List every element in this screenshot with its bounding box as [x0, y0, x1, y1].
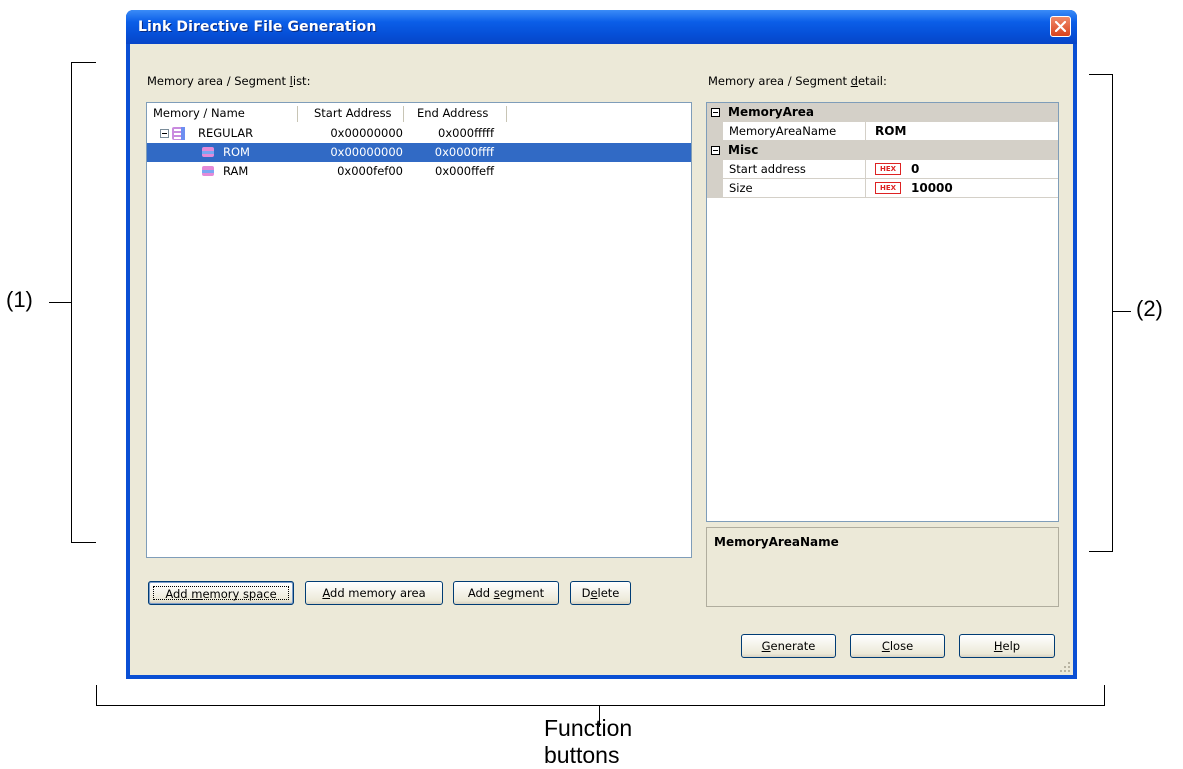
- close-window-button[interactable]: [1050, 16, 1071, 37]
- row-start-address: 0x000fef00: [337, 164, 403, 178]
- help-button[interactable]: Help: [959, 634, 1055, 658]
- column-header-start-address[interactable]: Start Address: [308, 103, 408, 124]
- property-value[interactable]: ROM: [875, 122, 906, 140]
- dialog-window: Link Directive File Generation Memory ar…: [126, 10, 1077, 679]
- list-row-ram[interactable]: RAM 0x000fef00 0x000ffeff: [147, 162, 691, 181]
- collapse-icon[interactable]: [711, 146, 720, 155]
- dialog-client-area: Memory area / Segment list: Memory / Nam…: [130, 44, 1073, 675]
- segment-detail-label: Memory area / Segment detail:: [708, 74, 887, 88]
- column-header-memory-name[interactable]: Memory / Name: [147, 103, 297, 124]
- property-name: Size: [729, 181, 753, 195]
- column-header-end-address[interactable]: End Address: [411, 103, 511, 124]
- close-icon: [1055, 21, 1066, 32]
- collapse-toggle-icon[interactable]: [160, 129, 169, 138]
- property-description-panel: MemoryAreaName: [706, 527, 1059, 607]
- generate-button[interactable]: Generate: [741, 634, 836, 658]
- add-memory-area-button[interactable]: Add memory area: [305, 581, 443, 605]
- list-header: Memory / Name Start Address End Address: [147, 103, 691, 125]
- row-name: RAM: [223, 164, 249, 178]
- memory-area-icon: [202, 166, 214, 176]
- close-button[interactable]: Close: [850, 634, 945, 658]
- property-row-start-address[interactable]: Start address HEX 0: [707, 160, 1058, 179]
- annotation-bottom-label: Function buttons: [544, 715, 633, 768]
- row-end-address: 0x000ffeff: [435, 164, 494, 178]
- category-misc[interactable]: Misc: [707, 141, 1058, 160]
- title-bar[interactable]: Link Directive File Generation: [126, 10, 1077, 44]
- row-start-address: 0x00000000: [330, 145, 403, 159]
- memory-segment-list[interactable]: Memory / Name Start Address End Address …: [146, 102, 692, 558]
- memory-area-icon: [202, 147, 214, 157]
- property-name: MemoryAreaName: [729, 124, 837, 138]
- memory-space-icon: [172, 127, 185, 140]
- annotation-left-label: (1): [6, 287, 33, 312]
- collapse-icon[interactable]: [711, 108, 720, 117]
- resize-grip-icon[interactable]: [1059, 661, 1071, 673]
- property-grid[interactable]: MemoryArea MemoryAreaName ROM Misc Start…: [706, 102, 1059, 522]
- list-row-regular[interactable]: REGULAR 0x00000000 0x000fffff: [147, 124, 691, 143]
- description-title: MemoryAreaName: [714, 535, 839, 549]
- row-start-address: 0x00000000: [330, 126, 403, 140]
- property-value[interactable]: 10000: [911, 179, 953, 197]
- add-segment-button[interactable]: Add segment: [453, 581, 559, 605]
- row-name: REGULAR: [198, 126, 254, 140]
- hex-badge-icon: HEX: [875, 182, 901, 194]
- list-row-rom[interactable]: ROM 0x00000000 0x0000ffff: [147, 143, 691, 162]
- window-title: Link Directive File Generation: [138, 19, 377, 35]
- row-name: ROM: [223, 145, 250, 159]
- category-memoryarea[interactable]: MemoryArea: [707, 103, 1058, 122]
- property-row-memoryareaname[interactable]: MemoryAreaName ROM: [707, 122, 1058, 141]
- add-memory-space-button[interactable]: Add memory space: [148, 581, 294, 605]
- row-end-address: 0x0000ffff: [434, 145, 494, 159]
- row-end-address: 0x000fffff: [438, 126, 494, 140]
- property-value[interactable]: 0: [911, 160, 919, 178]
- delete-button[interactable]: Delete: [570, 581, 631, 605]
- hex-badge-icon: HEX: [875, 163, 901, 175]
- segment-list-label: Memory area / Segment list:: [147, 74, 311, 88]
- annotation-right-label: (2): [1136, 296, 1163, 321]
- property-row-size[interactable]: Size HEX 10000: [707, 179, 1058, 198]
- property-name: Start address: [729, 162, 806, 176]
